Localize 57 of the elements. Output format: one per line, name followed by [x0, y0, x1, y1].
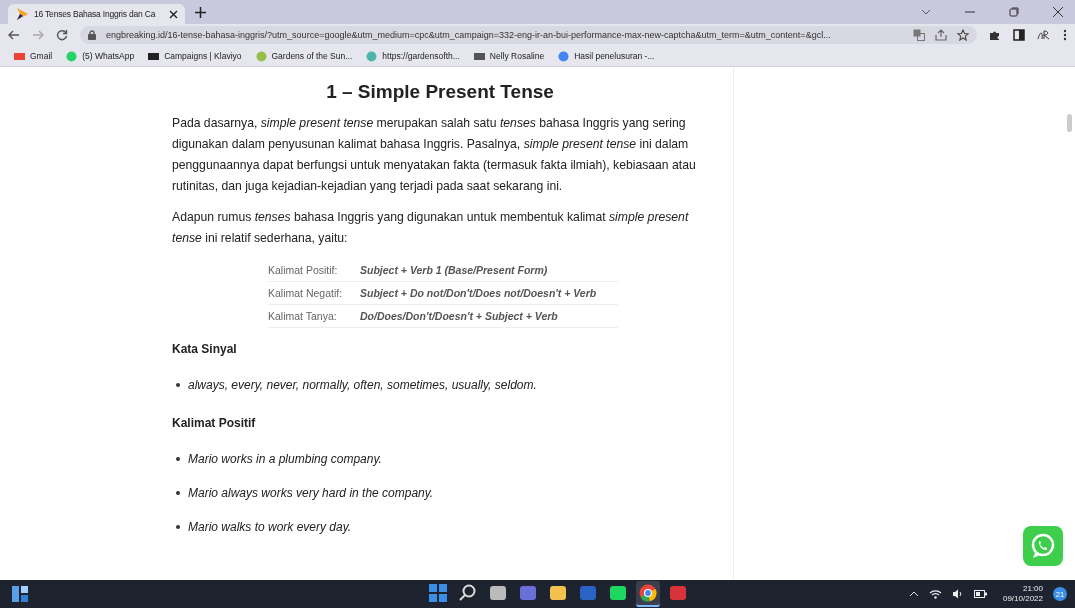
search-icon — [459, 584, 478, 602]
list-item: Mario walks to work every day. — [188, 520, 352, 534]
site-logo-icon — [15, 7, 29, 21]
star-icon[interactable] — [957, 29, 969, 41]
widgets-icon[interactable] — [12, 586, 28, 602]
close-icon[interactable] — [1053, 7, 1063, 17]
formula-text: Do/Does/Don't/Doesn't + Subject + Verb — [360, 310, 558, 322]
menu-icon[interactable] — [1063, 29, 1067, 41]
bookmark[interactable]: (5) WhatsApp — [66, 50, 135, 62]
bookmark[interactable]: Gmail — [14, 50, 53, 62]
bookmark[interactable]: Gardens of the Sun... — [255, 50, 353, 62]
puzzle-icon[interactable] — [989, 29, 1001, 41]
wifi-icon[interactable] — [928, 589, 942, 599]
clock-date: 09/10/2022 — [1002, 594, 1043, 604]
formula-text: Subject + Do not/Don't/Does not/Doesn't + Verb — [360, 287, 597, 299]
paragraph: Adapun rumus tenses bahasa Inggris yang digunakan untuk membentuk kalimat simple present tense ini relatif sederhana, yaitu: — [172, 209, 690, 247]
formula-label: Kalimat Positif: — [268, 264, 339, 276]
formula-text: Subject + Verb 1 (Base/Present Form) — [360, 264, 548, 276]
list-item: always, every, never, normally, often, sometimes, usually, seldom. — [188, 378, 537, 392]
list-item: Mario always works very hard in the company. — [188, 486, 434, 500]
browser-tab[interactable]: 16 Tenses Bahasa Inggris dan Ca — [8, 4, 185, 24]
article-heading: 1 – Simple Present Tense — [325, 81, 555, 103]
bullet-icon — [176, 525, 180, 529]
battery-icon[interactable] — [973, 590, 987, 598]
back-icon[interactable] — [8, 29, 20, 41]
list-item: Mario works in a plumbing company. — [188, 452, 382, 466]
side-panel-icon[interactable] — [1013, 29, 1025, 41]
lock-icon — [88, 30, 96, 40]
chevron-down-icon[interactable] — [921, 9, 931, 15]
windows-icon — [429, 584, 448, 602]
bookmark[interactable]: Nelly Rosaline — [473, 50, 545, 62]
bullet-icon — [176, 491, 180, 495]
bookmark[interactable]: Campaigns | Klaviyo — [148, 50, 242, 62]
formula-label: Kalimat Negatif: — [268, 287, 344, 299]
taskbar-app[interactable] — [636, 581, 661, 607]
close-icon[interactable] — [169, 9, 178, 19]
reload-icon[interactable] — [56, 29, 68, 41]
formula-label: Kalimat Tanya: — [268, 310, 338, 322]
new-tab-icon[interactable] — [195, 6, 206, 18]
scrollbar-thumb[interactable] — [1067, 114, 1072, 132]
speaker-icon[interactable] — [951, 589, 964, 599]
chevron-up-icon[interactable] — [908, 591, 919, 597]
chat-bubble-icon — [1030, 533, 1056, 559]
bookmark[interactable]: https://gardensofth... — [366, 50, 460, 62]
bullet-icon — [176, 457, 180, 461]
address-bar[interactable]: engbreaking.id/16-tense-bahasa-inggris/?utm_source=google&utm_medium=cpc&utm_campaign=332-eng-ir-an-bui-performance-max-new-captcha&utm_term=&utm_content=&gcl... — [80, 26, 977, 44]
restore-icon[interactable] — [1009, 7, 1019, 17]
bullet-icon — [176, 383, 180, 387]
browser-icon — [639, 584, 658, 602]
url-text: engbreaking.id/16-tense-bahasa-inggris/?utm_source=google&utm_medium=cpc&utm_campaign=332-eng-ir-an-bui-performance-max-new-captcha&utm_term=&utm_content=&gcl... — [106, 30, 832, 40]
section-heading: Kata Sinyal — [172, 342, 238, 356]
translate-icon[interactable] — [913, 29, 925, 41]
bookmark[interactable]: Hasil penelusuran -... — [558, 50, 655, 62]
share-icon[interactable] — [935, 29, 947, 41]
section-heading: Kalimat Positif — [172, 416, 257, 430]
paragraph: Pada dasarnya, simple present tense merupakan salah satu tenses bahasa Inggris yang sering digunakan dalam penyusunan kalimat bahasa Inggris. Pasalnya, simple present tense ini dalam penggunaannya dapat berfungsi untuk menyatakan fakta (termasuk fakta ilmiah), kebiasaan atau rutinitas, dan juga kejadian-kejadian yang terjadi pada saat sekarang ini. — [172, 115, 697, 195]
clock-time: 21:00 — [1023, 584, 1043, 594]
